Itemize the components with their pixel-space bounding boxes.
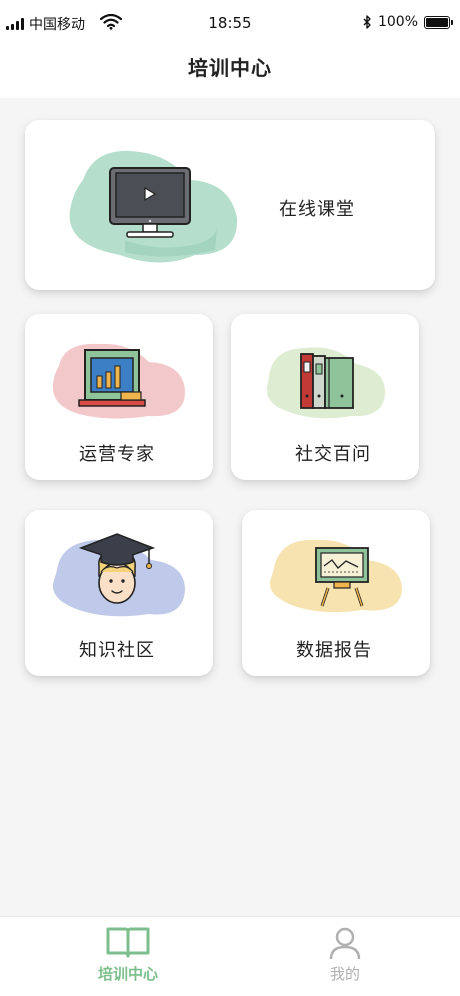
card-operations-expert[interactable]: 运营专家 bbox=[25, 314, 213, 480]
card-label: 在线课堂 bbox=[279, 199, 355, 220]
tab-label: 我的 bbox=[329, 965, 360, 983]
battery-icon bbox=[424, 15, 453, 29]
battery-percent: 100% bbox=[377, 14, 418, 30]
nav-bar: 培训中心 bbox=[0, 48, 460, 98]
card-label: 知识社区 bbox=[79, 640, 155, 661]
bar-chart-board-icon bbox=[52, 343, 185, 419]
card-label: 社交百问 bbox=[295, 444, 371, 465]
page-title: 培训中心 bbox=[188, 56, 272, 80]
person-icon bbox=[329, 927, 361, 960]
tab-bar: 培训中心 我的 bbox=[0, 916, 460, 996]
tab-label: 培训中心 bbox=[97, 965, 158, 983]
books-icon bbox=[266, 347, 386, 419]
tab-training-center[interactable]: 培训中心 bbox=[13, 917, 243, 996]
tab-mine[interactable]: 我的 bbox=[230, 917, 460, 996]
status-bar: 中国移动 18:55 100% bbox=[0, 0, 460, 48]
card-label: 运营专家 bbox=[79, 444, 155, 465]
graduate-icon bbox=[52, 533, 185, 617]
status-right-group: 100% bbox=[363, 14, 453, 30]
book-icon bbox=[106, 927, 150, 958]
easel-chart-icon bbox=[269, 539, 402, 613]
card-data-report[interactable]: 数据报告 bbox=[242, 510, 430, 676]
card-knowledge-community[interactable]: 知识社区 bbox=[25, 510, 213, 676]
card-social-qa[interactable]: 社交百问 bbox=[231, 314, 419, 480]
card-label: 数据报告 bbox=[296, 640, 372, 661]
card-online-course[interactable]: 在线课堂 bbox=[25, 120, 435, 290]
bluetooth-icon bbox=[363, 15, 371, 29]
monitor-play-icon bbox=[69, 150, 238, 263]
